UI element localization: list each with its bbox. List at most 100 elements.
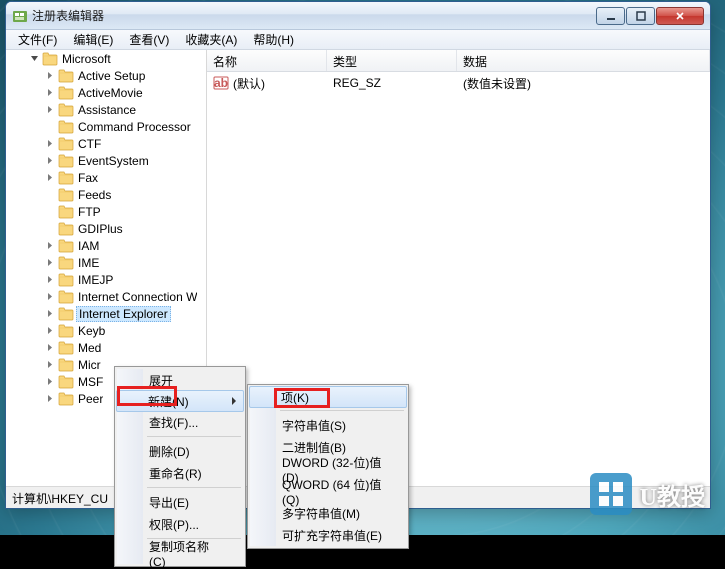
- tree-node[interactable]: CTF: [6, 135, 206, 152]
- menu-item-label: 重命名(R): [149, 465, 202, 482]
- string-value-icon: ab: [213, 75, 229, 91]
- expander-icon[interactable]: [44, 87, 56, 99]
- menu-item-label: 可扩充字符串值(E): [282, 527, 382, 544]
- tree-node[interactable]: Internet Connection W: [6, 288, 206, 305]
- tree-label: Command Processor: [78, 120, 191, 134]
- tree-node[interactable]: Feeds: [6, 186, 206, 203]
- tree-label: GDIPlus: [78, 222, 123, 236]
- tree-node[interactable]: Keyb: [6, 322, 206, 339]
- menu-item-label: 字符串值(S): [282, 417, 346, 434]
- menu-separator: [280, 410, 404, 411]
- tree-label: FTP: [78, 205, 101, 219]
- submenu-item[interactable]: 项(K): [249, 386, 407, 408]
- menu-item-label: 展开: [149, 372, 173, 389]
- tree-node[interactable]: FTP: [6, 203, 206, 220]
- minimize-button[interactable]: [596, 7, 625, 25]
- menu-edit[interactable]: 编辑(E): [65, 29, 121, 50]
- menu-help[interactable]: 帮助(H): [245, 29, 302, 50]
- tree-node[interactable]: EventSystem: [6, 152, 206, 169]
- menu-file[interactable]: 文件(F): [10, 29, 65, 50]
- tree-label: CTF: [78, 137, 101, 151]
- submenu-arrow-icon: [231, 397, 237, 405]
- tree-label: Feeds: [78, 188, 111, 202]
- folder-icon: [58, 120, 74, 134]
- col-data[interactable]: 数据: [457, 50, 710, 71]
- tree-node[interactable]: Assistance: [6, 101, 206, 118]
- tree-node[interactable]: ActiveMovie: [6, 84, 206, 101]
- context-menu-item[interactable]: 复制项名称(C): [117, 542, 243, 564]
- submenu-item[interactable]: 多字符串值(M): [250, 502, 406, 524]
- expander-icon[interactable]: [44, 172, 56, 184]
- tree-node[interactable]: IME: [6, 254, 206, 271]
- expander-icon[interactable]: [44, 291, 56, 303]
- tree-label: Assistance: [78, 103, 136, 117]
- folder-icon: [58, 69, 74, 83]
- tree-node[interactable]: Command Processor: [6, 118, 206, 135]
- tree-label: MSF: [78, 375, 103, 389]
- value-name: (默认): [233, 75, 265, 92]
- menu-item-label: 多字符串值(M): [282, 505, 360, 522]
- context-menu-item[interactable]: 权限(P)...: [117, 513, 243, 535]
- expander-icon[interactable]: [44, 155, 56, 167]
- expander-icon[interactable]: [44, 393, 56, 405]
- value-data: (数值未设置): [457, 75, 710, 92]
- tree-node[interactable]: Fax: [6, 169, 206, 186]
- folder-icon: [58, 358, 74, 372]
- submenu-item[interactable]: QWORD (64 位)值(Q): [250, 480, 406, 502]
- expander-icon[interactable]: [44, 308, 56, 320]
- context-menu-item[interactable]: 新建(N): [116, 390, 244, 412]
- tree-node[interactable]: GDIPlus: [6, 220, 206, 237]
- window-controls: [596, 7, 704, 25]
- tree-node[interactable]: Internet Explorer: [6, 305, 206, 322]
- menu-favorites[interactable]: 收藏夹(A): [177, 29, 245, 50]
- expander-icon[interactable]: [44, 325, 56, 337]
- folder-icon: [58, 273, 74, 287]
- context-menu-item[interactable]: 查找(F)...: [117, 411, 243, 433]
- folder-icon: [58, 256, 74, 270]
- folder-icon: [58, 324, 74, 338]
- status-path: 计算机\HKEY_CU: [12, 492, 108, 506]
- titlebar[interactable]: 注册表编辑器: [6, 2, 710, 30]
- expander-icon[interactable]: [44, 70, 56, 82]
- tree-node[interactable]: Active Setup: [6, 67, 206, 84]
- tree-label: Internet Connection W: [78, 290, 197, 304]
- folder-icon: [58, 205, 74, 219]
- tree-label: Micr: [78, 358, 101, 372]
- context-menu-item[interactable]: 重命名(R): [117, 462, 243, 484]
- tree-label: Active Setup: [78, 69, 145, 83]
- watermark-badge: [590, 473, 632, 515]
- expander-icon[interactable]: [44, 240, 56, 252]
- context-menu-item[interactable]: 导出(E): [117, 491, 243, 513]
- expander-icon[interactable]: [44, 376, 56, 388]
- expander-icon[interactable]: [44, 274, 56, 286]
- menu-item-label: 导出(E): [149, 494, 189, 511]
- col-type[interactable]: 类型: [327, 50, 457, 71]
- folder-icon: [58, 154, 74, 168]
- expander-icon[interactable]: [44, 104, 56, 116]
- tree-label: Med: [78, 341, 101, 355]
- menu-view[interactable]: 查看(V): [121, 29, 177, 50]
- col-name[interactable]: 名称: [207, 50, 327, 71]
- tree-label: Fax: [78, 171, 98, 185]
- context-menu-item[interactable]: 删除(D): [117, 440, 243, 462]
- list-row[interactable]: ab (默认) REG_SZ (数值未设置): [207, 74, 710, 92]
- expander-icon[interactable]: [44, 342, 56, 354]
- tree-node[interactable]: Med: [6, 339, 206, 356]
- expander-icon[interactable]: [44, 257, 56, 269]
- maximize-button[interactable]: [626, 7, 655, 25]
- tree-node[interactable]: IAM: [6, 237, 206, 254]
- folder-icon: [58, 137, 74, 151]
- tree-node-root[interactable]: Microsoft: [6, 50, 206, 67]
- close-button[interactable]: [656, 7, 704, 25]
- menu-item-label: 新建(N): [148, 393, 189, 410]
- folder-icon: [58, 188, 74, 202]
- submenu-item[interactable]: 字符串值(S): [250, 414, 406, 436]
- submenu-item[interactable]: 可扩充字符串值(E): [250, 524, 406, 546]
- expander-icon[interactable]: [44, 359, 56, 371]
- tree-label: IME: [78, 256, 99, 270]
- tree-node[interactable]: IMEJP: [6, 271, 206, 288]
- expander-icon[interactable]: [44, 138, 56, 150]
- context-menu-item[interactable]: 展开: [117, 369, 243, 391]
- folder-icon: [58, 307, 74, 321]
- expander-icon[interactable]: [28, 53, 40, 65]
